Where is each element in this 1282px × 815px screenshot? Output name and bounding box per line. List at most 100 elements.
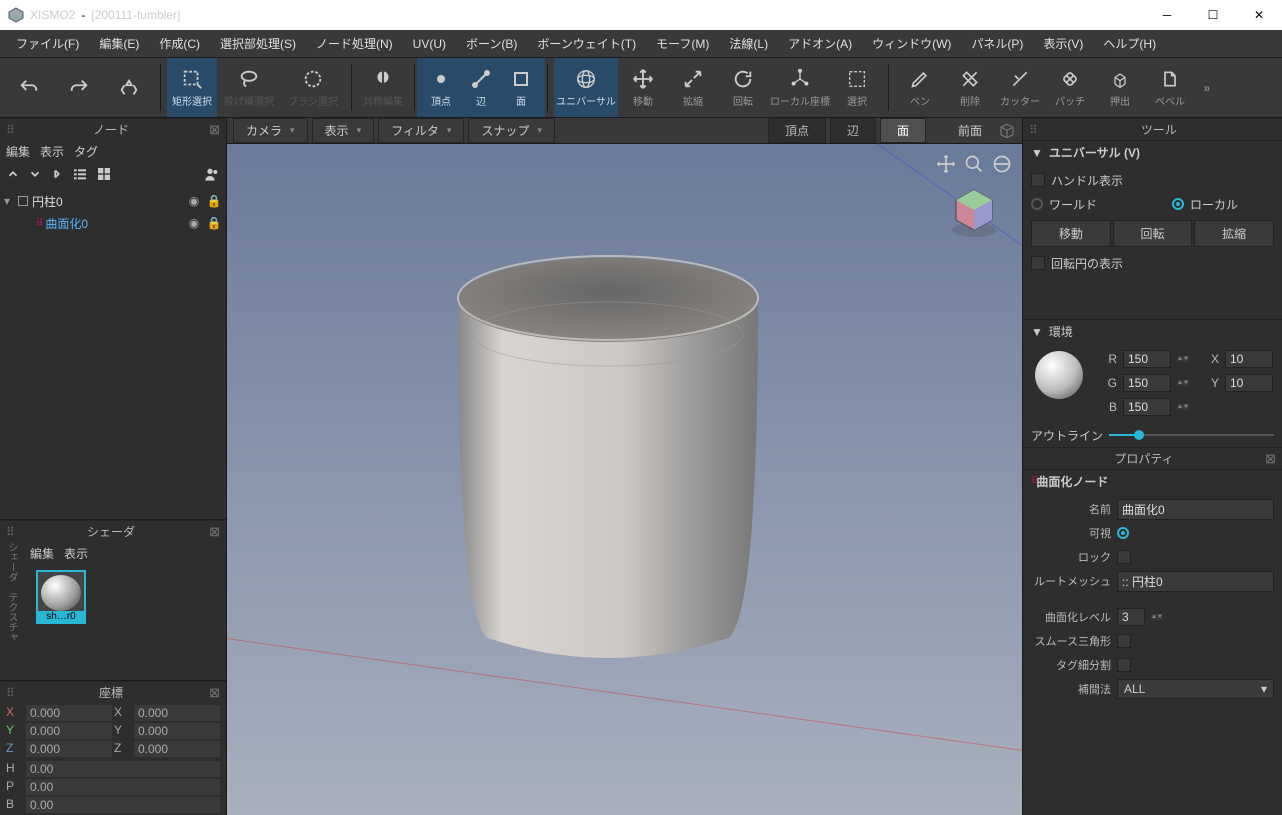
view-face-tab[interactable]: 面 (880, 118, 926, 143)
pen-tool-button[interactable]: ペン (895, 58, 945, 117)
shader-edit-menu[interactable]: 編集 (30, 545, 54, 562)
shader-thumbnail[interactable]: sh…r0 (36, 570, 86, 624)
rotate-tool-button[interactable]: 回転 (718, 58, 768, 117)
close-button[interactable]: ✕ (1236, 0, 1282, 30)
coord-x2[interactable]: 0.000 (134, 705, 220, 721)
menu-bone[interactable]: ボーン(B) (458, 31, 525, 56)
edge-mode-button[interactable]: 辺 (461, 58, 501, 117)
delete-tool-button[interactable]: 削除 (945, 58, 995, 117)
menu-morph[interactable]: モーフ(M) (648, 31, 717, 56)
tagdiv-checkbox[interactable] (1117, 658, 1131, 672)
lock-checkbox[interactable] (1117, 550, 1131, 564)
node-display-menu[interactable]: 表示 (40, 143, 64, 160)
lasso-select-button[interactable]: 投げ縄選択 (217, 58, 281, 117)
world-radio[interactable] (1031, 198, 1043, 210)
grid-icon[interactable] (96, 166, 112, 182)
menu-panel[interactable]: パネル(P) (963, 31, 1031, 56)
vertex-mode-button[interactable]: 頂点 (421, 58, 461, 117)
close-icon[interactable]: ⊠ (209, 524, 220, 540)
scale-tool-button[interactable]: 拡縮 (668, 58, 718, 117)
menu-boneweight[interactable]: ボーンウェイト(T) (529, 31, 644, 56)
menu-node[interactable]: ノード処理(N) (308, 31, 401, 56)
rect-select-button[interactable]: 矩形選択 (167, 58, 217, 117)
users-icon[interactable] (204, 166, 220, 182)
view-vertex-tab[interactable]: 頂点 (768, 118, 826, 143)
menu-normal[interactable]: 法線(L) (721, 31, 776, 56)
orbit-icon[interactable] (992, 154, 1012, 174)
grip-icon[interactable]: ⠿ (6, 525, 13, 539)
lock-icon[interactable]: 🔒 (206, 216, 222, 230)
list-icon[interactable] (72, 166, 88, 182)
universal-tool-button[interactable]: ユニバーサル (554, 58, 618, 117)
tree-row[interactable]: ▾ 円柱0 ◉ 🔒 (0, 190, 226, 212)
coord-y2[interactable]: 0.000 (134, 723, 220, 739)
visibility-icon[interactable]: ◉ (186, 194, 202, 208)
node-edit-menu[interactable]: 編集 (6, 143, 30, 160)
menu-window[interactable]: ウィンドウ(W) (864, 31, 959, 56)
nav-cube[interactable] (946, 184, 1002, 240)
out-icon[interactable] (50, 167, 64, 181)
view-edge-tab[interactable]: 辺 (830, 118, 876, 143)
env-section-header[interactable]: ▼環境 (1023, 319, 1282, 343)
shader-display-menu[interactable]: 表示 (64, 545, 88, 562)
coord-p[interactable]: 0.00 (26, 779, 220, 795)
filter-dropdown[interactable]: フィルタ (378, 118, 464, 143)
toolbar-overflow[interactable]: » (1199, 58, 1215, 117)
down-icon[interactable] (28, 167, 42, 181)
patch-tool-button[interactable]: パッチ (1045, 58, 1095, 117)
grip-icon[interactable]: ⠿ (1029, 123, 1036, 137)
grip-icon[interactable]: ⠿ (6, 686, 13, 700)
menu-edit[interactable]: 編集(E) (91, 31, 147, 56)
local-coord-button[interactable]: ローカル座標 (768, 58, 832, 117)
brush-select-button[interactable]: ブラシ選択 (281, 58, 345, 117)
tree-row[interactable]: ⠿ 曲面化0 ◉ 🔒 (0, 212, 226, 234)
level-input[interactable]: 3 (1117, 608, 1145, 626)
move-button[interactable]: 移動 (1031, 220, 1111, 247)
coord-z2[interactable]: 0.000 (134, 741, 220, 757)
coord-z[interactable]: 0.000 (26, 741, 112, 757)
close-icon[interactable]: ⊠ (209, 122, 220, 138)
lock-icon[interactable]: 🔒 (206, 194, 222, 208)
up-icon[interactable] (6, 167, 20, 181)
coord-b[interactable]: 0.00 (26, 797, 220, 813)
close-icon[interactable]: ⊠ (1265, 451, 1276, 467)
menu-addon[interactable]: アドオン(A) (780, 31, 860, 56)
extrude-tool-button[interactable]: 押出 (1095, 58, 1145, 117)
menu-create[interactable]: 作成(C) (151, 31, 208, 56)
local-radio[interactable] (1172, 198, 1184, 210)
scale-button[interactable]: 拡縮 (1194, 220, 1274, 247)
visible-radio[interactable] (1117, 527, 1129, 539)
symmetry-button[interactable]: 対称編集 (358, 58, 408, 117)
display-dropdown[interactable]: 表示 (312, 118, 375, 143)
rotcircle-checkbox[interactable] (1031, 256, 1045, 270)
maximize-button[interactable]: ☐ (1190, 0, 1236, 30)
interp-select[interactable]: ALL▾ (1117, 679, 1274, 699)
smoothtri-checkbox[interactable] (1117, 634, 1131, 648)
outline-slider[interactable] (1109, 428, 1274, 442)
cutter-tool-button[interactable]: カッター (995, 58, 1045, 117)
handle-checkbox[interactable] (1031, 173, 1045, 187)
camera-dropdown[interactable]: カメラ (233, 118, 308, 143)
node-tag-menu[interactable]: タグ (74, 143, 98, 160)
wireframe-icon[interactable] (998, 122, 1016, 140)
recycle-button[interactable] (104, 58, 154, 117)
bevel-tool-button[interactable]: ベベル (1145, 58, 1195, 117)
x-input[interactable]: 10 (1225, 350, 1273, 368)
minimize-button[interactable]: ─ (1144, 0, 1190, 30)
grip-icon[interactable]: ⠿ (6, 123, 13, 137)
viewport-3d[interactable] (227, 144, 1022, 815)
select-tool-button[interactable]: 選択 (832, 58, 882, 117)
close-icon[interactable]: ⊠ (209, 685, 220, 701)
visibility-icon[interactable]: ◉ (186, 216, 202, 230)
pan-icon[interactable] (936, 154, 956, 174)
undo-button[interactable] (4, 58, 54, 117)
menu-file[interactable]: ファイル(F) (8, 31, 87, 56)
coord-x[interactable]: 0.000 (26, 705, 112, 721)
face-mode-button[interactable]: 面 (501, 58, 541, 117)
name-input[interactable]: 曲面化0 (1117, 499, 1274, 520)
snap-dropdown[interactable]: スナップ (468, 118, 555, 143)
b-input[interactable]: 150 (1123, 398, 1171, 416)
r-input[interactable]: 150 (1123, 350, 1171, 368)
menu-help[interactable]: ヘルプ(H) (1095, 31, 1164, 56)
g-input[interactable]: 150 (1123, 374, 1171, 392)
